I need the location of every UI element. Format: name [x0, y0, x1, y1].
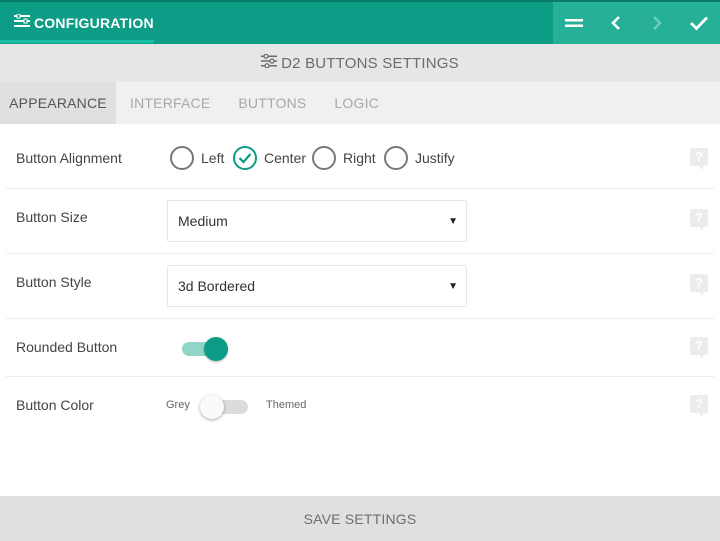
save-settings-button[interactable]: SAVE SETTINGS [0, 496, 720, 541]
tab-appearance[interactable]: APPEARANCE [0, 82, 116, 124]
radio-circle-checked [233, 146, 257, 170]
tab-buttons[interactable]: BUTTONS [224, 82, 320, 124]
color-toggle[interactable] [200, 395, 248, 419]
rounded-toggle[interactable] [182, 337, 228, 361]
radio-circle [384, 146, 408, 170]
style-row: Button Style 3d Bordered ▼ ? [6, 254, 714, 319]
size-label: Button Size [16, 209, 88, 225]
size-select[interactable]: Medium ▼ [167, 200, 467, 242]
next-button[interactable] [637, 2, 679, 44]
radio-left[interactable]: Left [170, 146, 224, 170]
top-bar: CONFIGURATION [0, 0, 720, 44]
confirm-button[interactable] [678, 2, 720, 44]
size-row: Button Size Medium ▼ ? [6, 189, 714, 254]
toggle-on-label: Themed [266, 399, 307, 411]
help-icon[interactable]: ? [690, 274, 708, 296]
settings-title: D2 BUTTONS SETTINGS [281, 54, 459, 72]
alignment-label: Button Alignment [16, 150, 122, 166]
style-value: 3d Bordered [178, 278, 256, 294]
radio-circle [312, 146, 336, 170]
radio-justify[interactable]: Justify [384, 146, 455, 170]
drag-handle-button[interactable] [553, 2, 595, 44]
style-select[interactable]: 3d Bordered ▼ [167, 265, 467, 307]
caret-down-icon: ▼ [448, 216, 458, 227]
rounded-label: Rounded Button [16, 339, 118, 355]
previous-button[interactable] [595, 2, 637, 44]
tab-bar: APPEARANCE INTERFACE BUTTONS LOGIC [0, 82, 720, 124]
radio-circle [170, 146, 194, 170]
configuration-tab[interactable]: CONFIGURATION [0, 2, 553, 44]
size-value: Medium [178, 213, 228, 229]
settings-panel: Button Alignment Left Center Right Justi… [0, 124, 720, 496]
alignment-row: Button Alignment Left Center Right Justi… [6, 124, 714, 189]
radio-label: Right [343, 150, 376, 166]
check-icon [690, 16, 709, 31]
check-icon [238, 153, 252, 164]
settings-header: D2 BUTTONS SETTINGS [0, 44, 720, 82]
header-actions [553, 2, 720, 44]
help-icon[interactable]: ? [690, 395, 708, 417]
help-icon[interactable]: ? [690, 209, 708, 231]
radio-label: Justify [415, 150, 455, 166]
sliders-icon [261, 53, 278, 72]
drag-handle-icon [564, 19, 583, 27]
toggle-off-label: Grey [166, 399, 190, 411]
configuration-title: CONFIGURATION [34, 15, 154, 31]
tab-interface[interactable]: INTERFACE [116, 82, 224, 124]
tab-logic[interactable]: LOGIC [320, 82, 393, 124]
radio-center[interactable]: Center [233, 146, 306, 170]
radio-label: Center [264, 150, 307, 166]
style-label: Button Style [16, 274, 92, 290]
help-icon[interactable]: ? [690, 148, 708, 170]
rounded-row: Rounded Button ? [6, 319, 714, 377]
toggle-knob [204, 337, 228, 361]
chevron-right-icon [653, 16, 663, 30]
radio-right[interactable]: Right [312, 146, 376, 170]
chevron-left-icon [610, 16, 620, 30]
help-icon[interactable]: ? [690, 337, 708, 359]
color-label: Button Color [16, 397, 94, 413]
list-settings-icon [14, 13, 30, 33]
caret-down-icon: ▼ [448, 281, 458, 292]
active-tab-indicator [0, 40, 154, 43]
radio-label: Left [201, 150, 225, 166]
color-row: Button Color Grey Themed ? [6, 377, 714, 435]
toggle-knob [200, 395, 224, 419]
